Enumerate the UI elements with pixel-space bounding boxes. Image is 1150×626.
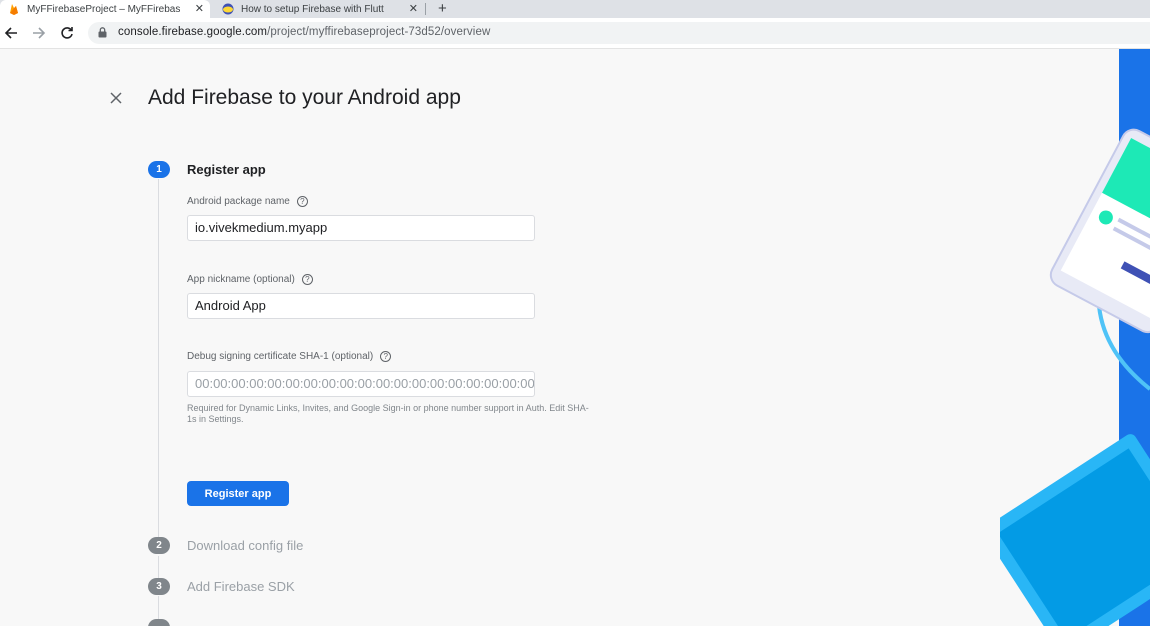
tab-title: MyFFirebaseProject – MyFFirebas xyxy=(27,3,181,15)
tab-title: How to setup Firebase with Flutt xyxy=(241,3,384,15)
nickname-input[interactable]: Android App xyxy=(187,293,535,319)
step-number-2: 2 xyxy=(148,537,170,554)
step-connector xyxy=(158,179,159,537)
sha1-label-text: Debug signing certificate SHA-1 (optiona… xyxy=(187,351,374,362)
device-illustration xyxy=(1000,49,1150,626)
back-button[interactable] xyxy=(2,24,20,42)
tab-separator xyxy=(425,3,426,15)
step-number-3: 3 xyxy=(148,578,170,595)
lock-icon xyxy=(98,27,107,38)
url-host: console.firebase.google.com xyxy=(118,26,268,38)
reload-button[interactable] xyxy=(58,24,76,42)
new-tab-button[interactable]: + xyxy=(438,0,447,18)
firebase-add-app-page: Add Firebase to your Android app 1 Regis… xyxy=(0,49,1150,626)
help-icon[interactable]: ? xyxy=(296,196,308,207)
help-icon[interactable]: ? xyxy=(301,274,313,285)
address-bar[interactable]: console.firebase.google.com/project/myff… xyxy=(88,22,1150,44)
nickname-label: App nickname (optional) ? xyxy=(187,274,313,285)
close-tab-icon[interactable]: ✕ xyxy=(409,2,418,16)
page-title: Add Firebase to your Android app xyxy=(148,86,461,109)
arrow-left-icon xyxy=(4,27,17,39)
help-icon[interactable]: ? xyxy=(380,351,392,362)
browser-toolbar: console.firebase.google.com/project/myff… xyxy=(0,18,1150,49)
package-name-label: Android package name ? xyxy=(187,196,308,207)
medium-icon xyxy=(222,3,234,15)
package-name-input[interactable]: io.vivekmedium.myapp xyxy=(187,215,535,241)
step-label-download-config: Download config file xyxy=(187,538,304,553)
arrow-right-icon xyxy=(33,27,46,39)
browser-tab-strip: MyFFirebaseProject – MyFFirebas ✕ How to… xyxy=(0,0,1150,18)
package-name-label-text: Android package name xyxy=(187,196,290,207)
sha1-helper-text: Required for Dynamic Links, Invites, and… xyxy=(187,403,589,424)
browser-tab-medium[interactable]: How to setup Firebase with Flutt ✕ xyxy=(214,0,424,18)
reload-icon xyxy=(61,27,73,39)
step-label-add-sdk: Add Firebase SDK xyxy=(187,579,295,594)
sha1-label: Debug signing certificate SHA-1 (optiona… xyxy=(187,351,392,362)
sha1-input[interactable]: 00:00:00:00:00:00:00:00:00:00:00:00:00:0… xyxy=(187,371,535,397)
nickname-label-text: App nickname (optional) xyxy=(187,274,295,285)
step-connector xyxy=(158,556,159,578)
close-tab-icon[interactable]: ✕ xyxy=(195,2,204,16)
step-number-partial xyxy=(148,619,170,626)
forward-button[interactable] xyxy=(30,24,48,42)
register-app-button[interactable]: Register app xyxy=(187,481,289,506)
url-path: /project/myffirebaseproject-73d52/overvi… xyxy=(267,26,491,38)
url-text: console.firebase.google.com/project/myff… xyxy=(118,26,490,38)
browser-tab-firebase[interactable]: MyFFirebaseProject – MyFFirebas ✕ xyxy=(0,0,210,18)
step-label-register-app: Register app xyxy=(187,162,266,177)
step-number-1: 1 xyxy=(148,161,170,178)
close-icon[interactable] xyxy=(107,89,125,107)
firebase-icon xyxy=(10,4,18,15)
